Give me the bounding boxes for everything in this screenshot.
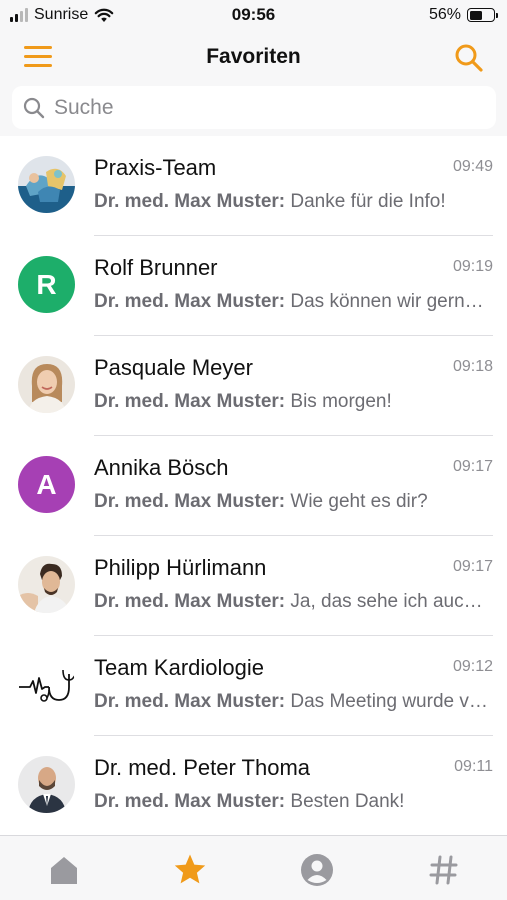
chat-time: 09:49 xyxy=(452,158,493,175)
chat-preview: Dr. med. Max Muster: Ja, das sehe ich au… xyxy=(94,591,492,613)
chat-name: Team Kardiologie xyxy=(94,655,264,680)
home-icon[interactable] xyxy=(44,850,84,890)
letter-avatar: R xyxy=(18,256,75,313)
chat-name: Rolf Brunner xyxy=(94,255,218,280)
letter-avatar: A xyxy=(18,456,75,513)
hashtag-icon[interactable] xyxy=(424,850,464,890)
battery-icon xyxy=(467,8,498,22)
chat-sender: Dr. med. Max Muster: xyxy=(94,491,286,512)
chat-item-team-kardiologie[interactable]: Team Kardiologie 09:12 Dr. med. Max Must… xyxy=(0,636,507,736)
chat-preview: Dr. med. Max Muster: Wie geht es dir? xyxy=(94,491,492,513)
chat-item-peter-thoma[interactable]: Dr. med. Peter Thoma 09:11 Dr. med. Max … xyxy=(0,736,507,835)
chat-preview: Dr. med. Max Muster: Das können wir gern… xyxy=(94,291,492,313)
chat-message: Bis morgen! xyxy=(290,391,392,412)
chat-sender: Dr. med. Max Muster: xyxy=(94,691,286,712)
chat-time: 09:17 xyxy=(452,558,493,575)
search-bar xyxy=(12,86,496,129)
man-suit-photo-avatar xyxy=(18,756,75,813)
tab-bar xyxy=(0,835,507,900)
chat-message: Das Meeting wurde verschoben xyxy=(290,691,492,712)
chat-preview: Dr. med. Max Muster: Das Meeting wurde v… xyxy=(94,691,492,713)
header: Favoriten xyxy=(0,32,507,84)
chat-message: Besten Dank! xyxy=(290,791,405,812)
chat-sender: Dr. med. Max Muster: xyxy=(94,191,286,212)
chat-time: 09:12 xyxy=(452,658,493,675)
chat-sender: Dr. med. Max Muster: xyxy=(94,391,286,412)
chat-sender: Dr. med. Max Muster: xyxy=(94,791,286,812)
page-title: Favoriten xyxy=(206,45,301,68)
chat-name: Annika Bösch xyxy=(94,455,229,480)
chat-sender: Dr. med. Max Muster: xyxy=(94,591,286,612)
chat-item-praxis-team[interactable]: Praxis-Team 09:49 Dr. med. Max Muster: D… xyxy=(0,136,507,236)
battery-level xyxy=(469,10,483,20)
chat-message: Danke für die Info! xyxy=(290,191,446,212)
chat-name: Praxis-Team xyxy=(94,155,217,180)
battery-percent: 56% xyxy=(428,6,461,23)
status-right: 56% xyxy=(428,6,498,24)
chat-message: Das können wir gerne so machen xyxy=(290,291,492,312)
chat-preview: Dr. med. Max Muster: Bis morgen! xyxy=(94,391,492,413)
man-photo-avatar xyxy=(18,556,75,613)
chat-name: Philipp Hürlimann xyxy=(94,555,267,580)
chat-preview: Dr. med. Max Muster: Danke für die Info! xyxy=(94,191,492,213)
group-photo-avatar xyxy=(18,156,75,213)
chat-list: Praxis-Team 09:49 Dr. med. Max Muster: D… xyxy=(0,136,507,835)
chat-time: 09:17 xyxy=(452,458,493,475)
chat-item-philipp-huerlimann[interactable]: Philipp Hürlimann 09:17 Dr. med. Max Mus… xyxy=(0,536,507,636)
search-icon[interactable] xyxy=(453,42,485,74)
chat-sender: Dr. med. Max Muster: xyxy=(94,291,286,312)
star-icon[interactable] xyxy=(170,850,210,890)
search-field-icon xyxy=(23,97,45,118)
chat-item-annika-boesch[interactable]: A Annika Bösch 09:17 Dr. med. Max Muster… xyxy=(0,436,507,536)
chat-time: 09:19 xyxy=(452,258,493,275)
chat-name: Pasquale Meyer xyxy=(94,355,253,380)
chat-name: Dr. med. Peter Thoma xyxy=(94,755,311,780)
stethoscope-heartbeat-icon xyxy=(18,656,75,713)
status-bar: Sunrise 09:56 56% xyxy=(0,0,507,32)
search-input[interactable] xyxy=(54,95,474,120)
chat-item-rolf-brunner[interactable]: R Rolf Brunner 09:19 Dr. med. Max Muster… xyxy=(0,236,507,336)
profile-icon[interactable] xyxy=(297,850,337,890)
chat-message: Ja, das sehe ich auch so xyxy=(290,591,492,612)
woman-photo-avatar xyxy=(18,356,75,413)
chat-time: 09:11 xyxy=(454,758,493,775)
chat-time: 09:18 xyxy=(452,358,493,375)
chat-item-pasquale-meyer[interactable]: Pasquale Meyer 09:18 Dr. med. Max Muster… xyxy=(0,336,507,436)
chat-preview: Dr. med. Max Muster: Besten Dank! xyxy=(94,791,492,813)
chat-message: Wie geht es dir? xyxy=(290,491,428,512)
